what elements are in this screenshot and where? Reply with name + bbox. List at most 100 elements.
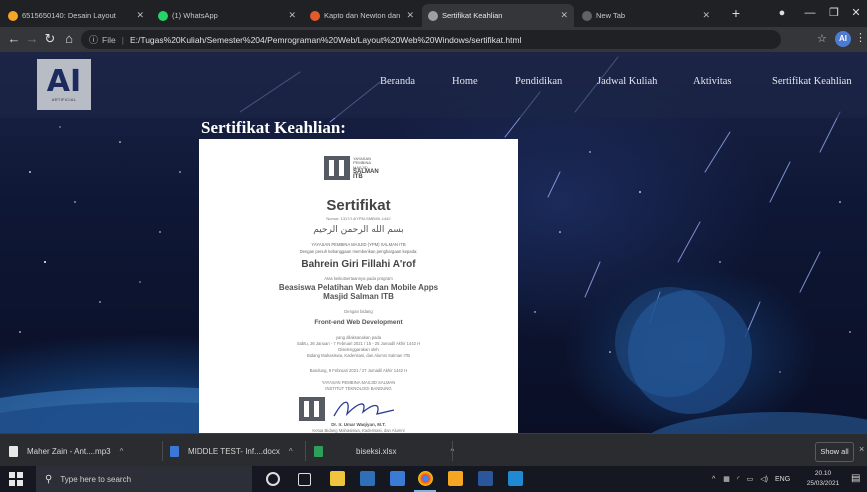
back-arrow-icon[interactable]: ←: [6, 31, 22, 47]
browser-tab[interactable]: 6515650140: Desain Layout ✕: [2, 4, 150, 27]
chevron-up-icon[interactable]: ^: [120, 447, 124, 456]
url-text[interactable]: E:/Tugas%20Kuliah/Semester%204/Pemrogram…: [130, 35, 522, 45]
home-icon[interactable]: ⌂: [61, 31, 77, 47]
menu-dots-icon[interactable]: ⋮: [855, 31, 866, 44]
chevron-up-icon[interactable]: ^: [289, 447, 293, 456]
downloads-bar: Maher Zain - Ant....mp3 ^ MIDDLE TEST- I…: [0, 433, 867, 467]
browser-tab[interactable]: Kapto dan Newton dan Raptor ✕: [304, 4, 420, 27]
edge-icon[interactable]: [390, 471, 405, 486]
search-placeholder: Type here to search: [60, 474, 132, 484]
download-item[interactable]: Maher Zain - Ant....mp3 ^: [9, 443, 123, 459]
download-item[interactable]: biseksi.xlsx ^: [314, 443, 454, 459]
place-date: Bandung, 9 Februari 2021 / 27 Jumadil Ak…: [309, 368, 408, 373]
nav-link-home[interactable]: Home: [452, 76, 478, 87]
tab-favicon: [582, 10, 592, 21]
close-window-icon[interactable]: ✕: [842, 4, 867, 22]
volume-icon[interactable]: ◁): [760, 475, 768, 483]
tab-search-icon[interactable]: ●: [768, 4, 796, 22]
word-icon[interactable]: [478, 471, 493, 486]
system-tray: ^ ▦ ◜ ▭ ◁) ENG: [712, 466, 790, 492]
organizer-intro: Diselenggarakan oleh: [338, 347, 379, 352]
tab-title: (1) WhatsApp: [172, 11, 218, 20]
nav-link-aktivitas[interactable]: Aktivitas: [693, 76, 732, 87]
held-text: yang dilaksanakan pada: [335, 335, 382, 340]
vscode-icon[interactable]: [508, 471, 523, 486]
reload-icon[interactable]: ↻: [42, 31, 58, 47]
download-item[interactable]: MIDDLE TEST- Inf....docx ^: [170, 443, 293, 459]
salman-mark-icon: [299, 397, 325, 421]
profile-avatar[interactable]: AI: [835, 31, 851, 47]
basmalah-text: بسم الله الرحمن الرحيم: [313, 225, 404, 235]
browser-tab[interactable]: (1) WhatsApp ✕: [152, 4, 302, 27]
wifi-icon[interactable]: ◜: [737, 475, 740, 483]
tab-title: Kapto dan Newton dan Raptor: [324, 11, 401, 20]
download-filename: Maher Zain - Ant....mp3: [27, 446, 111, 456]
site-navbar: AI ARTIFICIAL Beranda Home Pendidikan Ja…: [0, 52, 867, 118]
tab-favicon: [8, 10, 18, 21]
salman-mark-icon: [324, 156, 350, 180]
field-name: Front-end Web Development: [314, 319, 403, 326]
cortana-icon[interactable]: [266, 472, 280, 486]
forward-arrow-icon[interactable]: →: [24, 31, 40, 47]
close-downloads-icon[interactable]: ×: [859, 444, 864, 454]
globe-icon: [428, 10, 438, 21]
show-all-button[interactable]: Show all: [815, 442, 854, 462]
windows-taskbar: ⚲ Type here to search ^ ▦ ◜ ▭ ◁) ENG 20.…: [0, 466, 867, 492]
close-tab-icon[interactable]: ✕: [288, 10, 296, 21]
close-tab-icon[interactable]: ✕: [560, 10, 568, 21]
nav-link-beranda[interactable]: Beranda: [380, 76, 415, 87]
logo-sub: ITB: [353, 173, 363, 180]
clock-date: 25/03/2021: [806, 480, 840, 487]
sublime-text-icon[interactable]: [448, 471, 463, 486]
organizer-name: Bidang Mahasiswa, Kaderisasi, dan Alumni…: [306, 353, 411, 358]
page-title: Sertifikat Keahlian:: [201, 118, 346, 137]
bookmark-star-icon[interactable]: ☆: [817, 32, 827, 45]
chrome-icon[interactable]: [418, 471, 433, 486]
chevron-up-icon[interactable]: ^: [712, 476, 715, 483]
foundation-name: YAYASAN PEMBINA MASJID (YPM) SALMAN ITB: [311, 242, 406, 247]
logo-text: AI: [46, 64, 82, 99]
certificate-image: YAYASAN PEMBINA MASJID SALMAN ITB Sertif…: [199, 139, 518, 433]
address-bar[interactable]: ⓘ File | E:/Tugas%20Kuliah/Semester%204/…: [81, 30, 781, 49]
close-tab-icon[interactable]: ✕: [702, 10, 710, 21]
handwritten-signature: [333, 401, 395, 417]
nav-link-sertifikat-keahlian[interactable]: Sertifikat Keahlian: [772, 76, 852, 87]
clock-time: 20.10: [814, 470, 832, 477]
signature-stamp: [299, 396, 399, 422]
sign-org-line2: INSTITUT TEKNOLOGI BANDUNG: [325, 386, 392, 391]
battery-icon[interactable]: ▭: [747, 475, 754, 483]
site-logo[interactable]: AI ARTIFICIAL: [37, 59, 91, 110]
taskbar-clock[interactable]: 20.10 25/03/2021: [803, 469, 843, 489]
browser-tab-active[interactable]: Sertifikat Keahlian ✕: [422, 4, 574, 27]
close-tab-icon[interactable]: ✕: [136, 10, 144, 21]
browser-tab[interactable]: New Tab ✕: [576, 4, 716, 27]
whatsapp-icon: [158, 10, 168, 21]
site-info-icon[interactable]: ⓘ: [89, 33, 98, 46]
store-icon[interactable]: [360, 471, 375, 486]
scheme-label: File: [102, 34, 116, 45]
excel-file-icon: [314, 445, 323, 457]
browser-toolbar: ← → ↻ ⌂ ⓘ File | E:/Tugas%20Kuliah/Semes…: [0, 27, 867, 52]
page-viewport: AI ARTIFICIAL Beranda Home Pendidikan Ja…: [0, 52, 867, 433]
nav-link-jadwal-kuliah[interactable]: Jadwal Kuliah: [597, 76, 657, 87]
recipient-name: Bahrein Giri Fillahi A'rof: [301, 259, 416, 270]
taskbar-search-box[interactable]: ⚲ Type here to search: [36, 466, 252, 492]
task-view-icon[interactable]: [298, 473, 311, 486]
close-tab-icon[interactable]: ✕: [406, 10, 414, 21]
certificate-title: Sertifikat: [326, 197, 391, 214]
tab-title: New Tab: [596, 11, 626, 20]
download-filename: biseksi.xlsx: [356, 446, 397, 456]
notification-icon[interactable]: ▤: [851, 473, 860, 484]
sign-org-line1: YAYASAN PEMBINA MASJID SALMAN: [321, 380, 396, 385]
network-icon[interactable]: ▦: [723, 475, 730, 483]
nav-link-pendidikan[interactable]: Pendidikan: [515, 76, 562, 87]
scheme-divider: |: [121, 34, 124, 45]
word-file-icon: [170, 445, 179, 457]
file-explorer-icon[interactable]: [330, 471, 345, 486]
new-tab-button[interactable]: +: [722, 4, 750, 22]
language-indicator[interactable]: ENG: [775, 476, 790, 483]
intro-text: Dengan penuh kebanggaan memberikan pengh…: [299, 249, 418, 254]
audio-file-icon: [9, 445, 18, 457]
windows-start-icon[interactable]: [9, 472, 23, 486]
browser-tab-strip: 6515650140: Desain Layout ✕ (1) WhatsApp…: [0, 0, 867, 27]
